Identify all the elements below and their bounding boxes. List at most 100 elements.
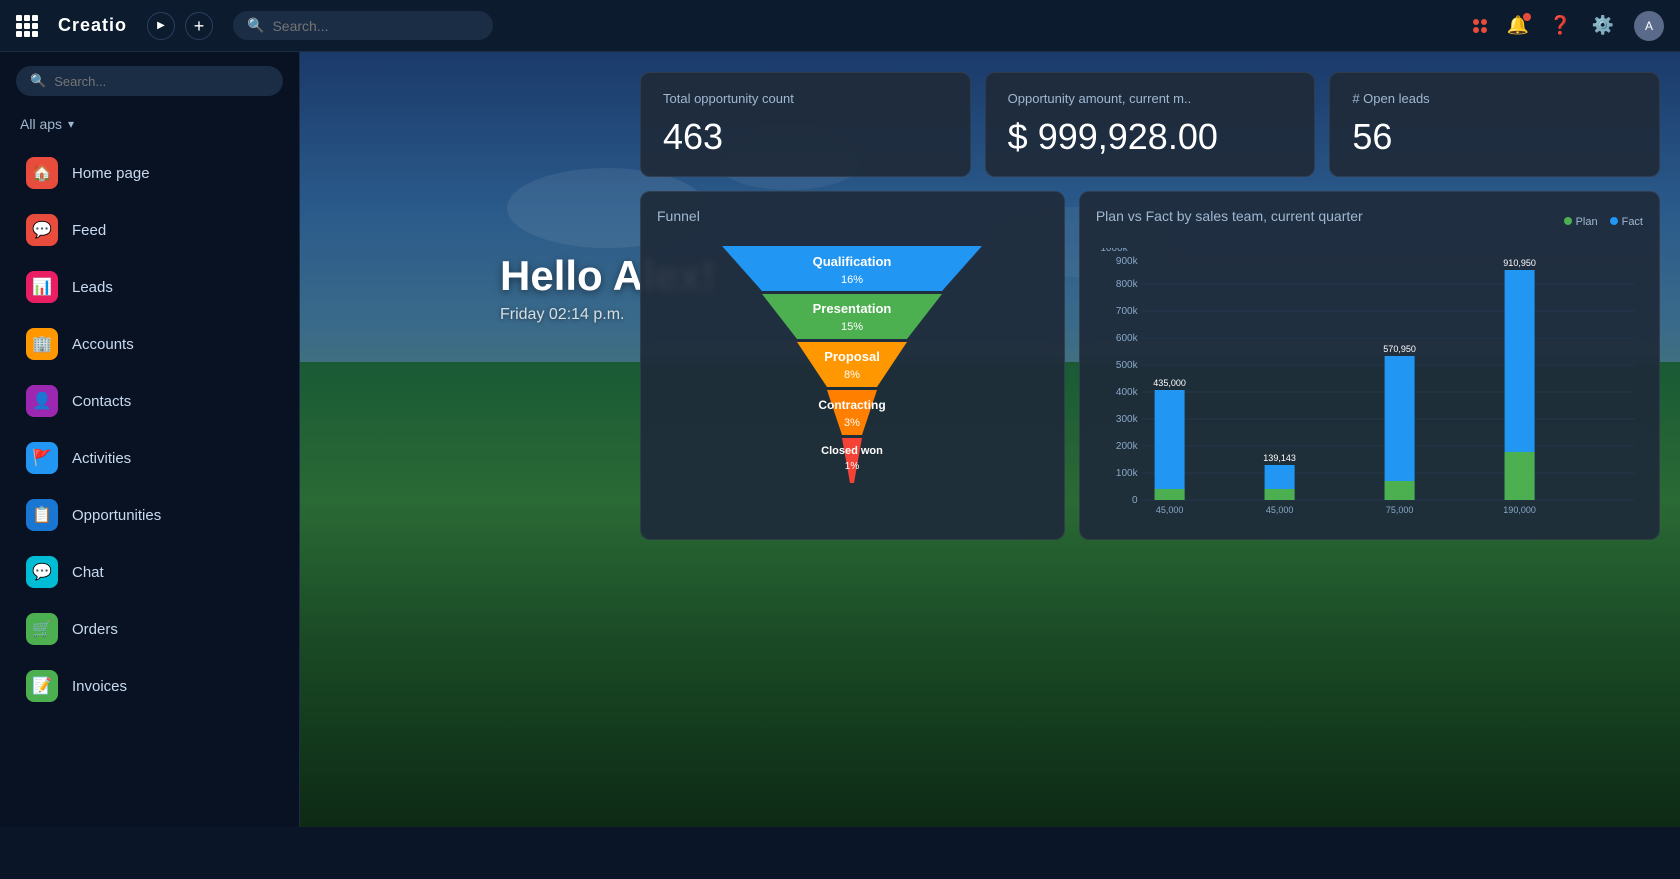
stat-value-open-leads: 56	[1352, 116, 1637, 158]
sidebar-item-accounts[interactable]: 🏢 Accounts	[6, 316, 293, 372]
stat-value-opportunity-amount: $ 999,928.00	[1008, 116, 1293, 158]
chevron-down-icon: ▾	[68, 117, 74, 131]
bell-icon[interactable]: 🔔	[1507, 15, 1529, 36]
apps-grid-icon[interactable]	[16, 15, 38, 37]
funnel-svg: Qualification 16% Presentation 15% Propo…	[692, 236, 1012, 496]
apps-icon[interactable]	[1473, 19, 1487, 33]
stat-label-total-opportunity: Total opportunity count	[663, 91, 948, 106]
nav-item-icon-invoices: 📝	[26, 670, 58, 702]
bar-chart-legend: Plan Fact	[1564, 216, 1643, 228]
sidebar-search-icon: 🔍	[30, 73, 46, 89]
dashboard-area: Total opportunity count 463 Opportunity …	[640, 72, 1660, 807]
stat-cards-row: Total opportunity count 463 Opportunity …	[640, 72, 1660, 177]
main-content: Hello Alex! Friday 02:14 p.m. Total oppo…	[300, 52, 1680, 827]
sidebar: 🔍 All aps ▾ 🏠 Home page 💬 Feed 📊 Leads 🏢…	[0, 52, 300, 827]
nav-item-icon-accounts: 🏢	[26, 328, 58, 360]
top-search-input[interactable]	[272, 18, 472, 34]
sidebar-item-home-page[interactable]: 🏠 Home page	[6, 145, 293, 201]
play-button[interactable]: ▶	[147, 12, 175, 40]
nav-item-icon-contacts: 👤	[26, 385, 58, 417]
svg-text:910,950: 910,950	[1503, 258, 1536, 268]
search-icon: 🔍	[247, 17, 264, 34]
sidebar-item-activities[interactable]: 🚩 Activities	[6, 430, 293, 486]
svg-text:700k: 700k	[1116, 306, 1139, 317]
svg-text:Contracting: Contracting	[819, 398, 886, 412]
nav-item-icon-orders: 🛒	[26, 613, 58, 645]
nav-item-label-contacts: Contacts	[72, 393, 131, 410]
svg-text:1000k: 1000k	[1100, 248, 1128, 254]
sidebar-item-orders[interactable]: 🛒 Orders	[6, 601, 293, 657]
nav-item-label-accounts: Accounts	[72, 336, 134, 353]
svg-text:Proposal: Proposal	[825, 349, 881, 364]
legend-fact-label: Fact	[1622, 216, 1643, 228]
svg-text:900k: 900k	[1116, 256, 1139, 267]
svg-text:300k: 300k	[1116, 414, 1139, 425]
bar-chart-title: Plan vs Fact by sales team, current quar…	[1096, 208, 1363, 224]
stat-card-opportunity-amount: Opportunity amount, current m.. $ 999,92…	[985, 72, 1316, 177]
nav-item-icon-opportunities: 📋	[26, 499, 58, 531]
settings-icon[interactable]: ⚙️	[1592, 15, 1614, 36]
svg-text:139,143: 139,143	[1263, 453, 1296, 463]
top-search-bar: 🔍	[233, 11, 493, 40]
stat-card-open-leads: # Open leads 56	[1329, 72, 1660, 177]
bar-chart-title-row: Plan vs Fact by sales team, current quar…	[1096, 208, 1643, 236]
svg-text:100k: 100k	[1116, 468, 1139, 479]
svg-text:800k: 800k	[1116, 279, 1139, 290]
bar-chart-svg: 0 100k 200k 300k 400k 500k 600k 700k 800…	[1096, 248, 1643, 518]
svg-text:600k: 600k	[1116, 333, 1139, 344]
sidebar-item-leads[interactable]: 📊 Leads	[6, 259, 293, 315]
svg-text:15%: 15%	[841, 321, 863, 333]
nav-item-label-invoices: Invoices	[72, 678, 127, 695]
nav-item-icon-activities: 🚩	[26, 442, 58, 474]
sidebar-item-invoices[interactable]: 📝 Invoices	[6, 658, 293, 714]
svg-text:Closed won: Closed won	[822, 445, 884, 457]
svg-text:200k: 200k	[1116, 441, 1139, 452]
svg-text:0: 0	[1132, 495, 1138, 506]
nav-item-label-activities: Activities	[72, 450, 131, 467]
funnel-visualization: Qualification 16% Presentation 15% Propo…	[657, 236, 1048, 496]
sidebar-item-opportunities[interactable]: 📋 Opportunities	[6, 487, 293, 543]
svg-text:8%: 8%	[844, 369, 860, 381]
svg-text:Presentation: Presentation	[813, 301, 892, 316]
sidebar-search-input[interactable]	[54, 74, 269, 89]
add-button[interactable]: +	[185, 12, 213, 40]
nav-item-label-feed: Feed	[72, 222, 106, 239]
svg-text:45,000: 45,000	[1266, 505, 1294, 515]
svg-text:570,950: 570,950	[1383, 344, 1416, 354]
app-logo: Creatio	[58, 15, 127, 36]
nav-item-icon-chat: 💬	[26, 556, 58, 588]
charts-row: Funnel Qualification 16% Presentation 15…	[640, 191, 1660, 540]
funnel-chart-title: Funnel	[657, 208, 1048, 224]
legend-plan-label: Plan	[1576, 216, 1598, 228]
all-apps-row[interactable]: All aps ▾	[0, 110, 299, 144]
sidebar-item-feed[interactable]: 💬 Feed	[6, 202, 293, 258]
all-apps-label: All aps	[20, 116, 62, 132]
nav-item-label-orders: Orders	[72, 621, 118, 638]
sidebar-item-contacts[interactable]: 👤 Contacts	[6, 373, 293, 429]
nav-item-label-leads: Leads	[72, 279, 113, 296]
nav-right: 🔔 ❓ ⚙️ A	[1473, 11, 1664, 41]
top-navbar: Creatio ▶ + 🔍 🔔 ❓ ⚙️ A	[0, 0, 1680, 52]
notification-badge	[1523, 13, 1531, 21]
svg-text:3%: 3%	[844, 417, 860, 429]
svg-text:435,000: 435,000	[1153, 378, 1186, 388]
sidebar-search-bar: 🔍	[16, 66, 283, 96]
svg-text:75,000: 75,000	[1386, 505, 1414, 515]
nav-item-label-opportunities: Opportunities	[72, 507, 161, 524]
svg-text:Qualification: Qualification	[813, 254, 892, 269]
help-icon[interactable]: ❓	[1549, 15, 1571, 36]
stat-value-total-opportunity: 463	[663, 116, 948, 158]
nav-item-label-chat: Chat	[72, 564, 104, 581]
nav-item-icon-feed: 💬	[26, 214, 58, 246]
sidebar-item-chat[interactable]: 💬 Chat	[6, 544, 293, 600]
bar-chart-visualization: 0 100k 200k 300k 400k 500k 600k 700k 800…	[1096, 248, 1643, 523]
funnel-chart-card: Funnel Qualification 16% Presentation 15…	[640, 191, 1065, 540]
svg-text:190,000: 190,000	[1503, 505, 1536, 515]
stat-label-open-leads: # Open leads	[1352, 91, 1637, 106]
svg-text:400k: 400k	[1116, 387, 1139, 398]
bar-chart-card: Plan vs Fact by sales team, current quar…	[1079, 191, 1660, 540]
user-avatar[interactable]: A	[1634, 11, 1664, 41]
svg-text:500k: 500k	[1116, 360, 1139, 371]
stat-card-total-opportunity: Total opportunity count 463	[640, 72, 971, 177]
nav-left: Creatio ▶ + 🔍	[16, 11, 493, 40]
